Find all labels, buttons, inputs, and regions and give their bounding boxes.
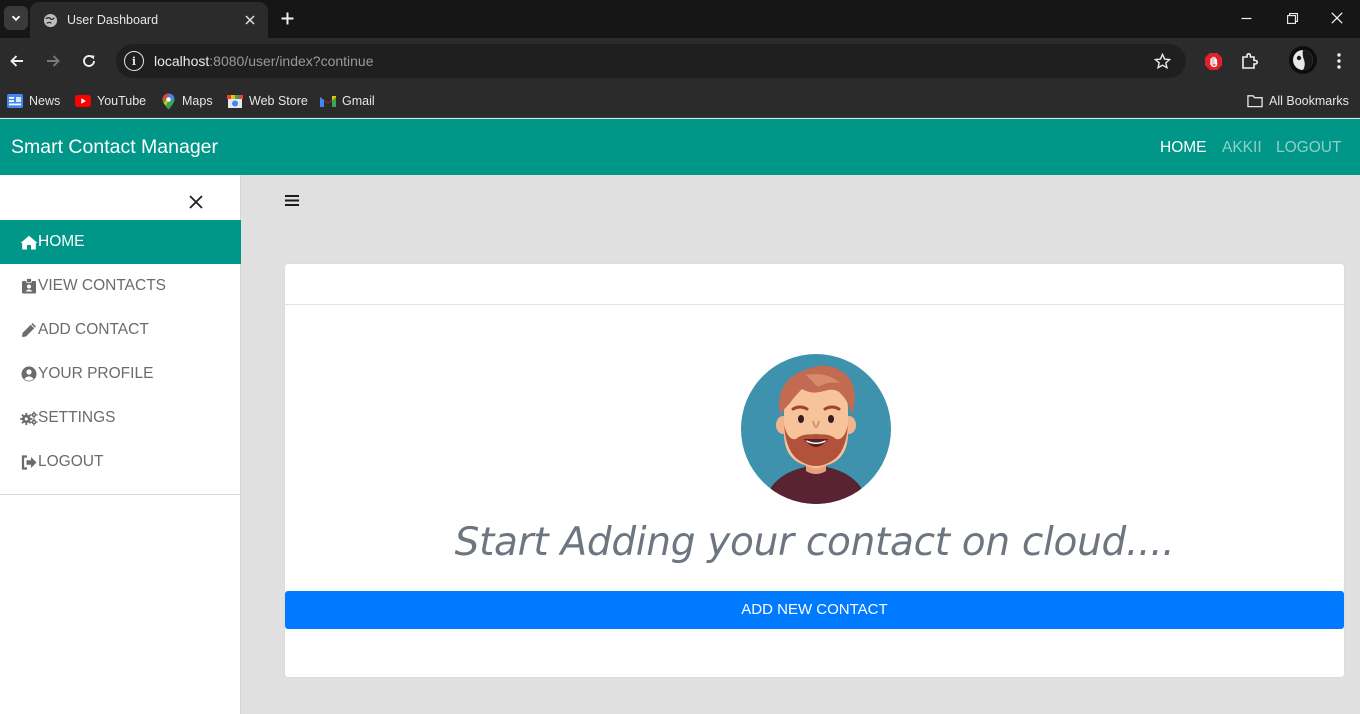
extensions-button[interactable] [1238, 49, 1262, 73]
gears-icon [20, 410, 38, 426]
youtube-icon [75, 93, 91, 109]
chevron-down-icon [11, 15, 21, 22]
sign-out-icon [20, 454, 38, 470]
maps-icon [160, 93, 176, 109]
gmail-icon [320, 93, 336, 109]
sidebar-item-home[interactable]: HOME [0, 220, 241, 264]
globe-icon [43, 13, 58, 27]
sidebar-toggle-button[interactable] [282, 190, 302, 210]
empty-state-tagline: Start Adding your contact on cloud.... [454, 520, 1175, 565]
bookmark-youtube[interactable]: YouTube [75, 91, 146, 111]
bookmark-maps[interactable]: Maps [160, 91, 213, 111]
url-text[interactable]: localhost:8080/user/index?continue [154, 53, 374, 69]
home-icon [20, 234, 38, 250]
adblock-hand-icon [1204, 52, 1222, 70]
bookmark-gmail[interactable]: Gmail [320, 91, 375, 111]
brand-title[interactable]: Smart Contact Manager [11, 136, 218, 159]
reload-icon [83, 55, 95, 67]
sidebar-close-button[interactable] [185, 191, 207, 213]
user-avatar-illustration [741, 354, 891, 504]
window-close-button[interactable] [1314, 0, 1360, 36]
tab-close-button[interactable] [240, 10, 260, 30]
sidebar-item-settings[interactable]: SETTINGS [0, 396, 241, 440]
user-circle-icon [20, 366, 38, 382]
sidebar-item-your-profile[interactable]: YOUR PROFILE [0, 352, 241, 396]
puzzle-icon [1242, 53, 1258, 69]
back-button[interactable] [4, 48, 30, 74]
sidebar-item-view-contacts[interactable]: VIEW CONTACTS [0, 264, 241, 308]
add-new-contact-button[interactable]: ADD NEW CONTACT [285, 591, 1344, 629]
profile-avatar-icon [1293, 50, 1313, 70]
close-icon [189, 195, 203, 209]
forward-button[interactable] [40, 48, 66, 74]
pencil-icon [20, 322, 38, 338]
browser-tab-bar: User Dashboard [0, 0, 1360, 38]
bookmark-star-button[interactable] [1152, 51, 1172, 71]
browser-tab[interactable]: User Dashboard [30, 2, 268, 38]
sidebar-divider [0, 494, 241, 495]
restore-icon [1286, 12, 1298, 24]
card-header [285, 264, 1344, 305]
sidebar-item-add-contact[interactable]: ADD CONTACT [0, 308, 241, 352]
close-icon [1331, 12, 1343, 24]
arrow-right-icon [47, 55, 60, 67]
minimize-button[interactable] [1223, 0, 1269, 36]
tab-title: User Dashboard [67, 13, 159, 27]
arrow-left-icon [10, 55, 23, 67]
address-bar[interactable]: i localhost:8080/user/index?continue [116, 44, 1186, 78]
reload-button[interactable] [76, 48, 102, 74]
bookmark-web-store[interactable]: Web Store [227, 91, 308, 111]
bookmark-news[interactable]: News [7, 91, 60, 111]
hamburger-menu-icon [285, 194, 299, 206]
sidebar: HOME VIEW CONTACTS ADD CONTACT YOUR PROF… [0, 175, 241, 714]
more-vertical-icon [1337, 53, 1341, 69]
app-navbar: Smart Contact Manager HOME AKKII LOGOUT [0, 119, 1360, 175]
browser-toolbar: i localhost:8080/user/index?continue [0, 38, 1360, 84]
close-icon [245, 15, 255, 25]
all-bookmarks-button[interactable]: All Bookmarks [1247, 91, 1349, 111]
nav-user-link[interactable]: AKKII [1222, 139, 1262, 157]
contact-card-icon [20, 278, 38, 294]
minimize-icon [1241, 17, 1251, 19]
site-info-icon[interactable]: i [124, 51, 144, 71]
web-store-icon [227, 93, 243, 109]
new-tab-button[interactable] [276, 7, 298, 29]
bookmarks-bar: News YouTube Maps Web Store Gmail All Bo… [0, 84, 1360, 118]
sidebar-item-logout[interactable]: LOGOUT [0, 440, 241, 484]
google-news-icon [7, 93, 23, 109]
nav-home-link[interactable]: HOME [1160, 139, 1207, 157]
star-icon [1153, 52, 1171, 69]
folder-icon [1247, 93, 1263, 109]
main-content-card: Start Adding your contact on cloud.... A… [284, 263, 1345, 678]
browser-menu-button[interactable] [1327, 49, 1351, 73]
profile-button[interactable] [1289, 46, 1317, 74]
nav-logout-link[interactable]: LOGOUT [1276, 139, 1341, 157]
restore-button[interactable] [1269, 0, 1315, 36]
plus-icon [281, 12, 293, 24]
extension-adblock-button[interactable] [1201, 49, 1225, 73]
tab-search-button[interactable] [4, 6, 28, 30]
